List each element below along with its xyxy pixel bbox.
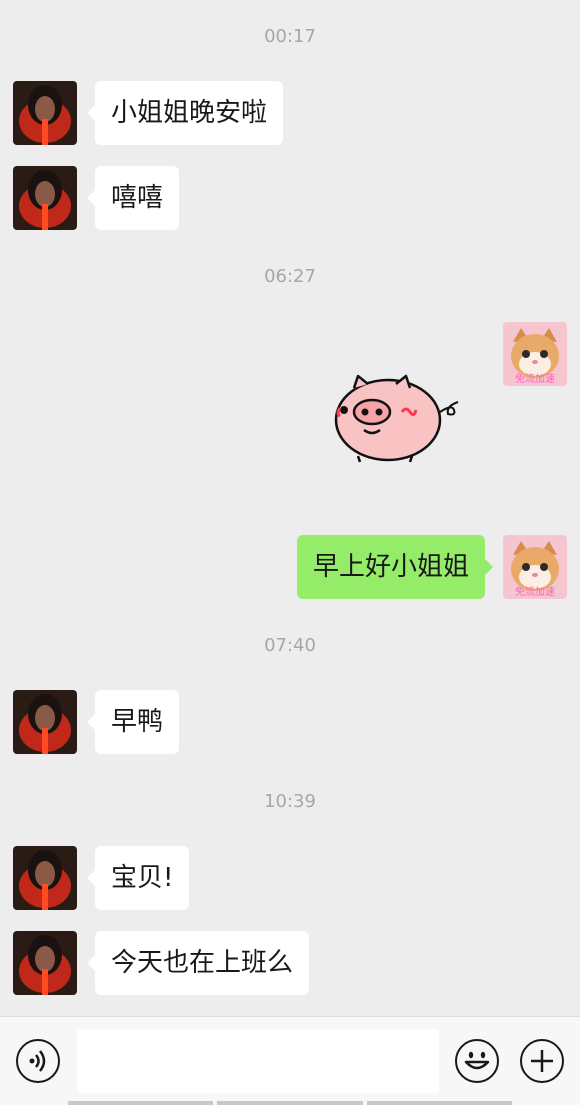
- received-message-bubble[interactable]: 小姐姐晚安啦: [86, 81, 284, 145]
- chat-history[interactable]: 00:17 小姐姐晚安啦 嘻嘻 06:27 免流加速 免流加速 早上好小姐姐 0…: [0, 0, 580, 1016]
- gesture-bar: [68, 1101, 512, 1105]
- contact-avatar[interactable]: [13, 81, 77, 145]
- received-message-bubble[interactable]: 今天也在上班么: [86, 931, 310, 995]
- received-message-bubble[interactable]: 宝贝!: [86, 846, 190, 910]
- contact-avatar[interactable]: [13, 931, 77, 995]
- avatar-badge-text: 免流加速: [515, 372, 555, 385]
- timestamp: 00:17: [264, 26, 316, 47]
- my-avatar[interactable]: 免流加速: [503, 535, 567, 599]
- received-message-bubble[interactable]: 早鸭: [86, 690, 180, 754]
- timestamp: 10:39: [264, 791, 316, 812]
- plus-icon[interactable]: [520, 1039, 564, 1083]
- contact-avatar[interactable]: [13, 166, 77, 230]
- my-avatar[interactable]: 免流加速: [503, 322, 567, 386]
- received-message-bubble[interactable]: 嘻嘻: [86, 166, 180, 230]
- input-bar: [0, 1016, 580, 1105]
- timestamp: 06:27: [264, 266, 316, 287]
- sent-message-bubble[interactable]: 早上好小姐姐: [296, 535, 494, 599]
- voice-icon[interactable]: [16, 1039, 60, 1083]
- message-input[interactable]: [77, 1029, 439, 1093]
- contact-avatar[interactable]: [13, 846, 77, 910]
- emoji-icon[interactable]: [455, 1039, 499, 1083]
- pig-sticker[interactable]: [328, 370, 464, 466]
- timestamp: 07:40: [264, 635, 316, 656]
- contact-avatar[interactable]: [13, 690, 77, 754]
- avatar-badge-text: 免流加速: [515, 585, 555, 598]
